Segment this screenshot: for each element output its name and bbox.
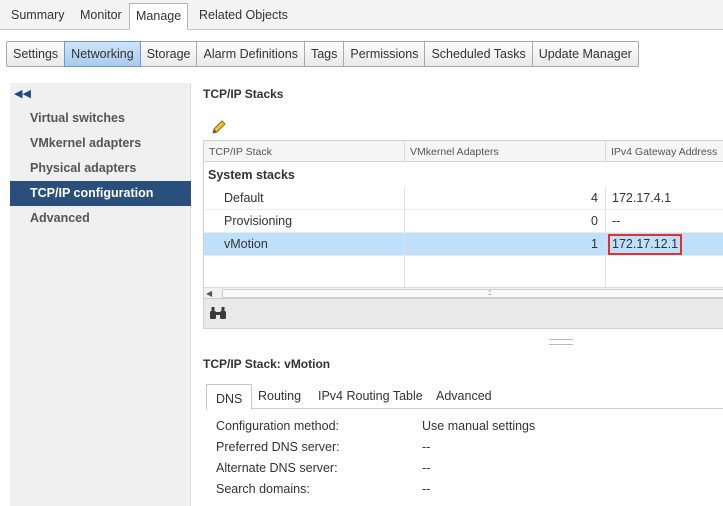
adapter-count: 1 bbox=[405, 233, 606, 256]
subtab-storage[interactable]: Storage bbox=[139, 41, 198, 67]
tab-manage[interactable]: Manage bbox=[129, 3, 189, 30]
property-value: -- bbox=[422, 461, 431, 475]
gateway-address: 172.17.4.1 bbox=[612, 191, 672, 205]
detail-tab-bar: DNS Routing IPv4 Routing Table Advanced bbox=[206, 383, 723, 410]
detail-panel-title: TCP/IP Stack: vMotion bbox=[203, 357, 331, 371]
pencil-icon[interactable] bbox=[210, 118, 228, 136]
tab-ipv4-routing-table[interactable]: IPv4 Routing Table bbox=[318, 383, 423, 409]
subtab-update-manager[interactable]: Update Manager bbox=[531, 41, 639, 67]
tab-dns[interactable]: DNS bbox=[206, 384, 253, 410]
gateway-address: -- bbox=[612, 214, 621, 228]
main-content: TCP/IP Stacks TCP/IP Stack VMkernel Adap… bbox=[198, 83, 723, 506]
group-row-system-stacks: System stacks bbox=[208, 168, 295, 182]
subtab-tags[interactable]: Tags bbox=[303, 41, 345, 67]
property-label: Search domains: bbox=[216, 482, 310, 496]
subtab-settings[interactable]: Settings bbox=[6, 41, 66, 67]
property-value: -- bbox=[422, 482, 431, 496]
sidebar-item-vmkernel-adapters[interactable]: VMkernel adapters bbox=[10, 131, 191, 156]
subtab-networking[interactable]: Networking bbox=[64, 41, 141, 67]
adapter-count: 0 bbox=[405, 210, 606, 233]
tab-related-objects[interactable]: Related Objects bbox=[199, 3, 288, 30]
scroll-left-icon[interactable]: ◀ bbox=[206, 288, 212, 298]
subtab-scheduled-tasks[interactable]: Scheduled Tasks bbox=[424, 41, 533, 67]
tcpip-stacks-grid: TCP/IP Stack VMkernel Adapters IPv4 Gate… bbox=[203, 140, 723, 299]
property-value: -- bbox=[422, 440, 431, 454]
table-row[interactable]: Default 4 172.17.4.1 bbox=[204, 187, 723, 210]
adapter-count: 4 bbox=[405, 187, 606, 210]
sidebar-item-virtual-switches[interactable]: Virtual switches bbox=[10, 106, 191, 131]
column-header-stack[interactable]: TCP/IP Stack bbox=[204, 141, 405, 162]
empty-cell bbox=[405, 256, 606, 287]
gateway-address: 172.17.12.1 bbox=[606, 233, 723, 256]
grip-icon: :: bbox=[488, 288, 492, 297]
column-header-adapters[interactable]: VMkernel Adapters bbox=[405, 141, 606, 162]
stack-name: vMotion bbox=[204, 233, 405, 256]
manage-subtab-bar: Settings Networking Storage Alarm Defini… bbox=[6, 41, 639, 67]
table-row-selected[interactable]: vMotion 1 172.17.12.1 bbox=[204, 233, 723, 256]
stack-name: Provisioning bbox=[204, 210, 405, 233]
tab-routing[interactable]: Routing bbox=[258, 383, 301, 409]
sidebar-item-physical-adapters[interactable]: Physical adapters bbox=[10, 156, 191, 181]
tab-summary[interactable]: Summary bbox=[11, 3, 64, 30]
table-row[interactable]: Provisioning 0 -- bbox=[204, 210, 723, 233]
stacks-panel-title: TCP/IP Stacks bbox=[203, 87, 284, 101]
horizontal-scrollbar[interactable]: ◀ :: bbox=[204, 287, 723, 298]
gateway-highlight-box: 172.17.12.1 bbox=[608, 234, 683, 255]
stack-name: Default bbox=[204, 187, 405, 210]
empty-row bbox=[204, 256, 723, 287]
subtab-permissions[interactable]: Permissions bbox=[343, 41, 426, 67]
sidebar-item-advanced[interactable]: Advanced bbox=[10, 206, 191, 231]
grid-footer-toolbar bbox=[203, 299, 723, 329]
tab-monitor[interactable]: Monitor bbox=[80, 3, 122, 30]
panel-splitter[interactable] bbox=[549, 339, 573, 345]
subtab-alarm-definitions[interactable]: Alarm Definitions bbox=[196, 41, 305, 67]
tab-advanced[interactable]: Advanced bbox=[436, 383, 492, 409]
networking-sidebar: ◀◀ Virtual switches VMkernel adapters Ph… bbox=[10, 83, 191, 506]
property-value: Use manual settings bbox=[422, 419, 536, 433]
empty-cell bbox=[204, 256, 405, 287]
column-header-gateway[interactable]: IPv4 Gateway Address bbox=[606, 141, 723, 162]
property-label: Preferred DNS server: bbox=[216, 440, 340, 454]
double-chevron-left-icon[interactable]: ◀◀ bbox=[14, 89, 31, 100]
property-label: Configuration method: bbox=[216, 419, 339, 433]
sidebar-item-tcpip-configuration[interactable]: TCP/IP configuration bbox=[10, 181, 191, 206]
scroll-thumb[interactable] bbox=[222, 289, 723, 298]
binoculars-icon[interactable] bbox=[209, 306, 227, 320]
top-tab-bar: Summary Monitor Manage Related Objects bbox=[0, 0, 723, 30]
property-label: Alternate DNS server: bbox=[216, 461, 338, 475]
grid-header: TCP/IP Stack VMkernel Adapters IPv4 Gate… bbox=[204, 141, 723, 162]
